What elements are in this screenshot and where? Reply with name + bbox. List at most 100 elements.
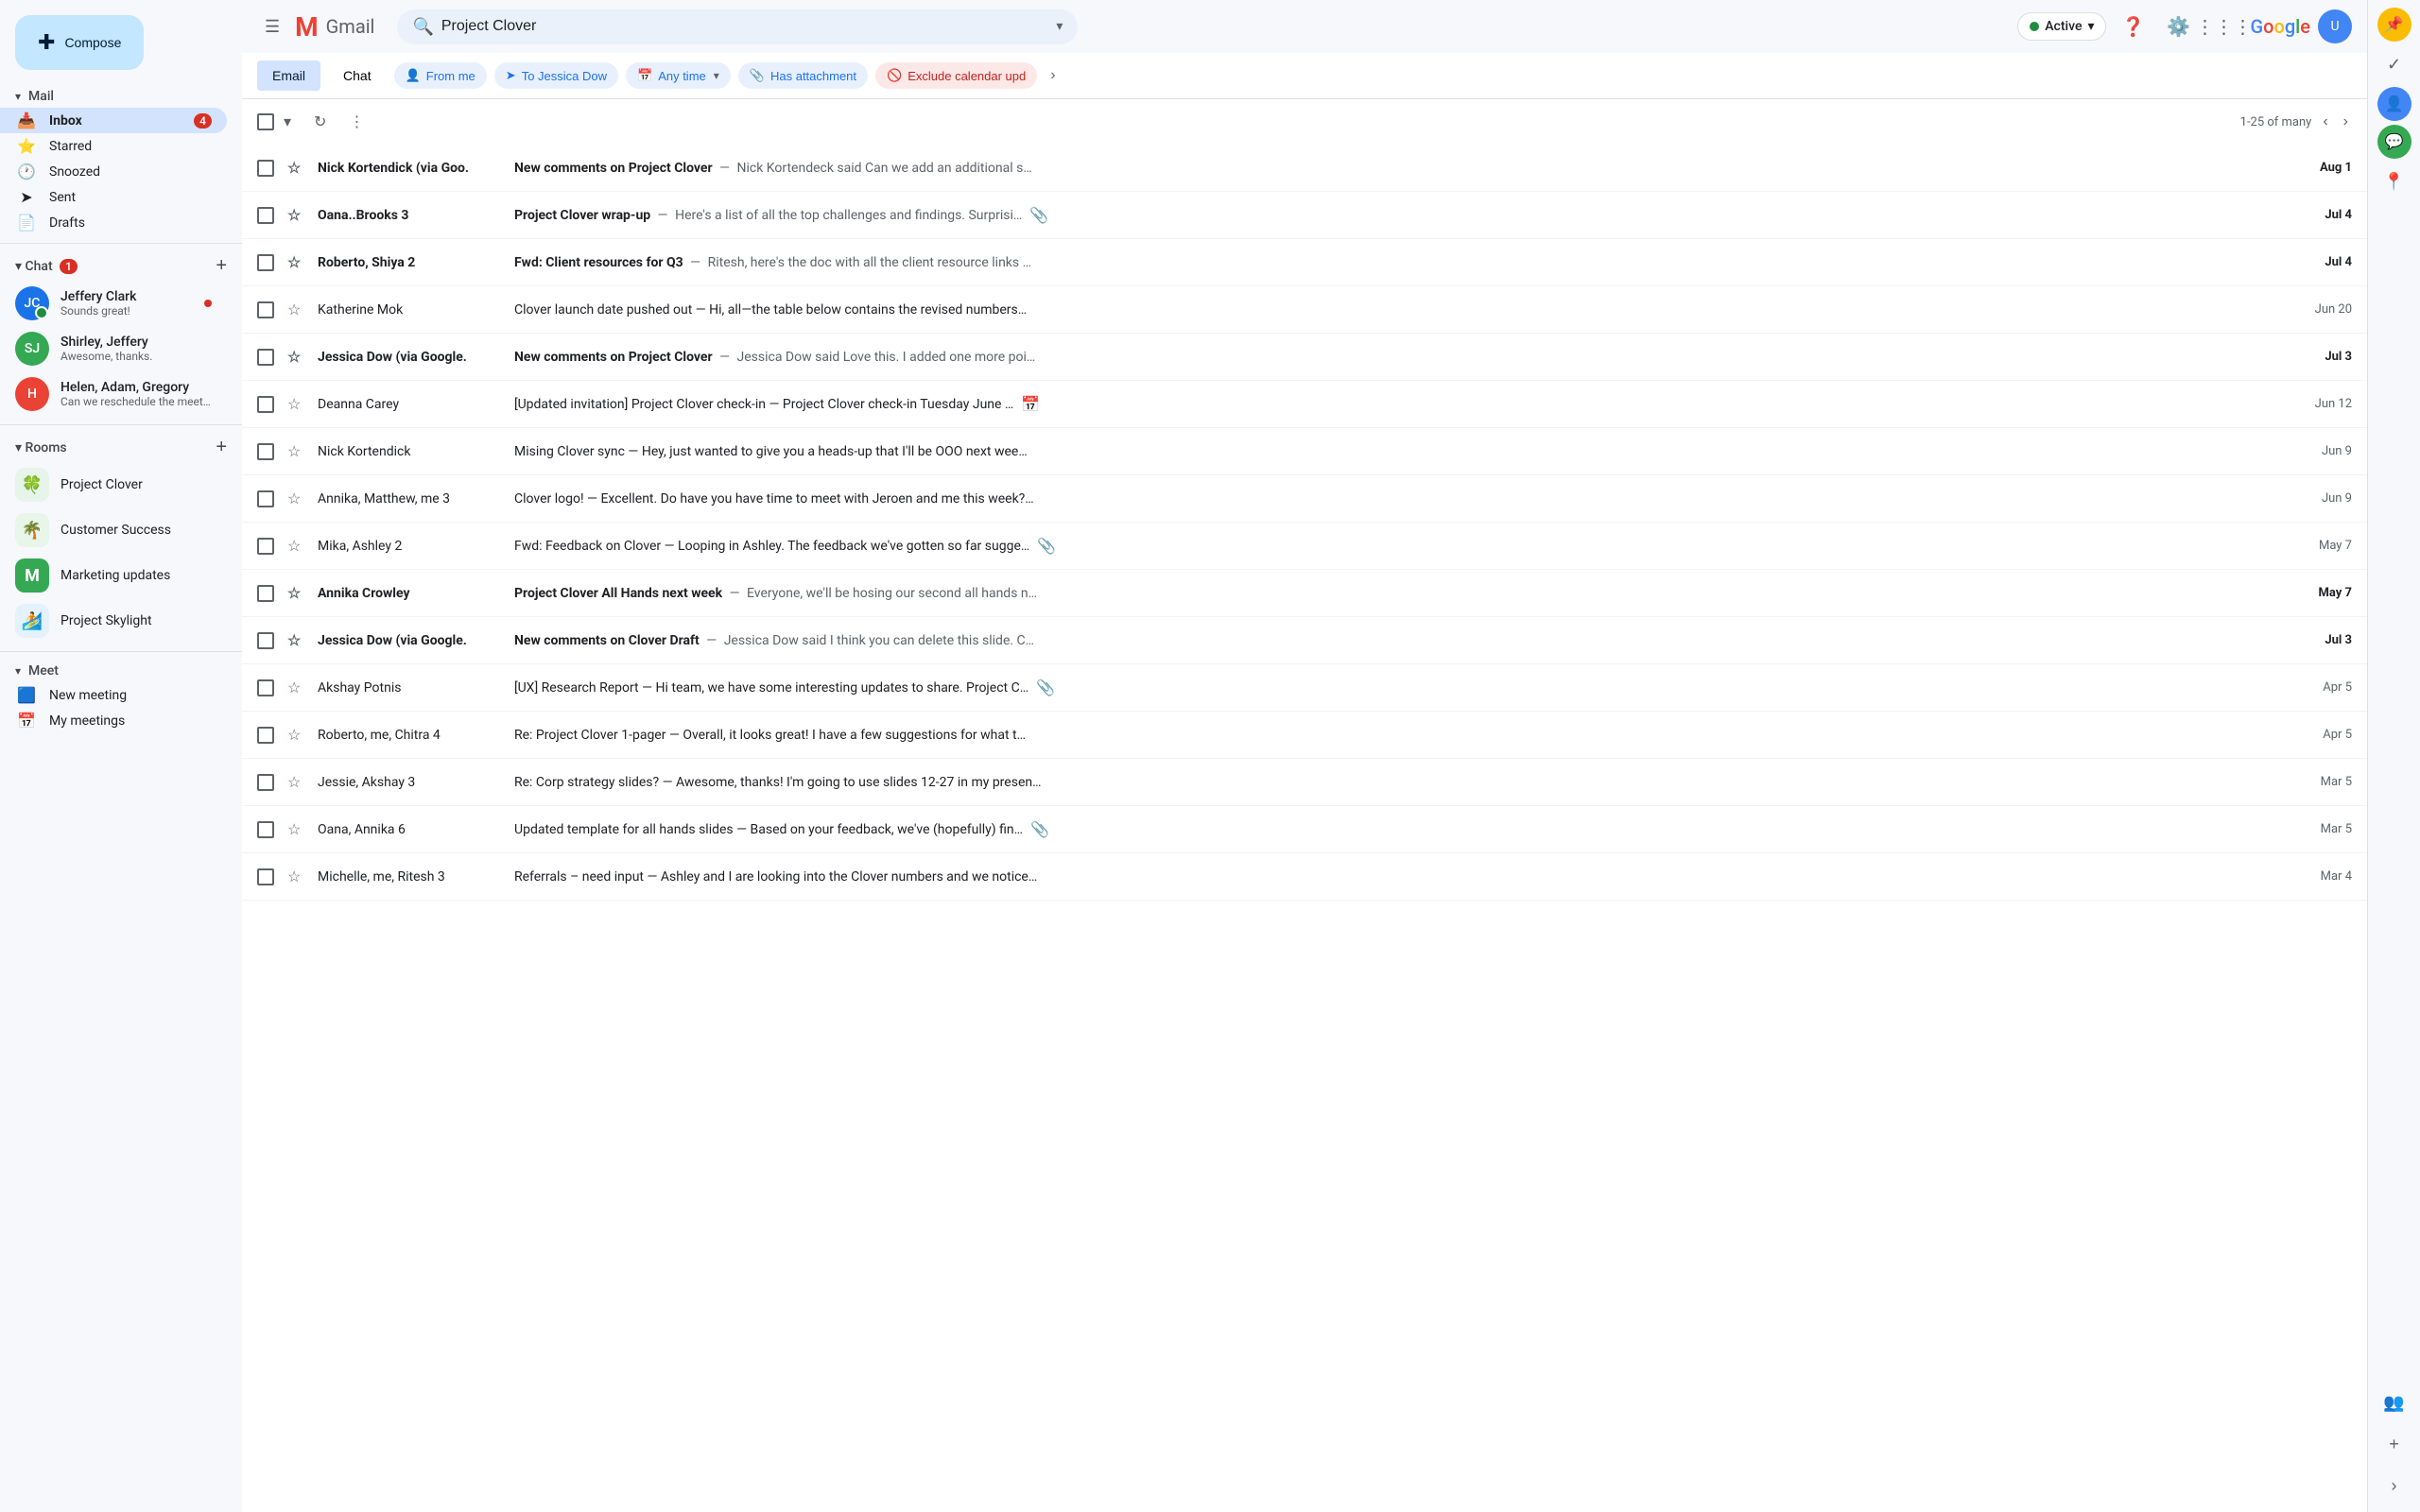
table-row[interactable]: ☆ Jessica Dow (via Google. New comments … [242,334,2367,381]
email-checkbox-5[interactable] [257,349,280,366]
table-row[interactable]: ☆ Deanna Carey [Updated invitation] Proj… [242,381,2367,428]
email-star-14[interactable]: ☆ [287,773,310,791]
table-row[interactable]: ☆ Jessica Dow (via Google. New comments … [242,617,2367,664]
settings-button[interactable]: ⚙️ [2159,8,2197,45]
table-row[interactable]: ☆ Katherine Mok Clover launch date pushe… [242,286,2367,334]
email-checkbox-13[interactable] [257,727,280,744]
chat-icon-button[interactable]: 💬 [2377,125,2411,159]
people-icon-button[interactable]: 👥 [2376,1383,2413,1421]
filter-chip-from-me[interactable]: 👤 From me [394,62,487,89]
email-checkbox-11[interactable] [257,632,280,649]
sidebar-item-starred[interactable]: ⭐ Starred [0,133,227,159]
email-star-11[interactable]: ☆ [287,631,310,649]
chat-section-label[interactable]: ▾ Chat 1 [15,259,78,274]
refresh-button[interactable]: ↻ [306,107,334,137]
filter-chip-to-jessica[interactable]: ➤ To Jessica Dow [494,62,618,89]
table-row[interactable]: ☆ Roberto, me, Chitra 4 Re: Project Clov… [242,712,2367,759]
email-checkbox-2[interactable] [257,207,280,224]
contacts-icon-button[interactable]: 👤 [2377,87,2411,121]
more-options-button[interactable]: ⋮ [341,107,372,137]
filter-more-button[interactable]: › [1045,61,1061,90]
table-row[interactable]: ☆ Nick Kortendick Mising Clover sync — H… [242,428,2367,475]
table-row[interactable]: ☆ Roberto, Shiya 2 Fwd: Client resources… [242,239,2367,286]
table-row[interactable]: ☆ Annika Crowley Project Clover All Hand… [242,570,2367,617]
profile-avatar[interactable]: U [2318,9,2352,43]
table-row[interactable]: ☆ Michelle, me, Ritesh 3 Referrals – nee… [242,853,2367,901]
email-star-5[interactable]: ☆ [287,348,310,366]
rooms-item-marketing[interactable]: M Marketing updates [0,553,227,598]
meet-item-my[interactable]: 📅 My meetings [0,708,227,733]
email-checkbox-14[interactable] [257,774,280,791]
prev-page-button[interactable]: ‹ [2319,110,2331,134]
active-status-button[interactable]: Active ▾ [2017,12,2106,41]
email-star-10[interactable]: ☆ [287,584,310,602]
mail-section-header[interactable]: ▾ Mail [0,85,242,108]
email-checkbox-8[interactable] [257,490,280,507]
search-input[interactable] [441,18,1049,35]
filter-tab-email[interactable]: Email [257,60,320,91]
filter-chip-exclude-calendar[interactable]: 🚫 Exclude calendar upd [875,62,1037,89]
table-row[interactable]: ☆ Oana..Brooks 3 Project Clover wrap-up … [242,192,2367,239]
meet-section-header[interactable]: ▾ Meet [0,660,242,682]
keep-icon-button[interactable]: 📌 [2377,8,2411,42]
search-dropdown-icon[interactable]: ▾ [1056,19,1063,34]
filter-chip-any-time[interactable]: 📅 Any time ▾ [626,62,731,89]
email-checkbox-16[interactable] [257,868,280,885]
add-app-button[interactable]: + [2376,1425,2413,1463]
chat-add-button[interactable]: + [216,255,227,277]
email-checkbox-15[interactable] [257,821,280,838]
hamburger-button[interactable]: ☰ [257,9,287,44]
sidebar-item-sent[interactable]: ➤ Sent [0,184,227,210]
email-star-1[interactable]: ☆ [287,159,310,177]
email-star-12[interactable]: ☆ [287,679,310,696]
email-star-6[interactable]: ☆ [287,395,310,413]
table-row[interactable]: ☆ Mika, Ashley 2 Fwd: Feedback on Clover… [242,523,2367,570]
email-subject-13: Re: Project Clover 1-pager — Overall, it… [514,728,1026,743]
email-star-3[interactable]: ☆ [287,253,310,271]
rooms-section-label[interactable]: ▾ Rooms [15,440,67,455]
email-star-9[interactable]: ☆ [287,537,310,555]
email-star-15[interactable]: ☆ [287,820,310,838]
table-row[interactable]: ☆ Jessie, Akshay 3 Re: Corp strategy sli… [242,759,2367,806]
apps-button[interactable]: ⋮⋮⋮ [2204,8,2242,45]
email-checkbox-3[interactable] [257,254,280,271]
email-star-16[interactable]: ☆ [287,868,310,885]
email-checkbox-9[interactable] [257,538,280,555]
email-star-13[interactable]: ☆ [287,726,310,744]
table-row[interactable]: ☆ Akshay Potnis [UX] Research Report — H… [242,664,2367,712]
table-row[interactable]: ☆ Oana, Annika 6 Updated template for al… [242,806,2367,853]
email-star-8[interactable]: ☆ [287,490,310,507]
tasks-icon-button[interactable]: ✓ [2376,45,2413,83]
expand-icon-button[interactable]: › [2376,1467,2413,1504]
maps-icon-button[interactable]: 📍 [2376,163,2413,200]
email-checkbox-1[interactable] [257,160,280,177]
table-row[interactable]: ☆ Annika, Matthew, me 3 Clover logo! — E… [242,475,2367,523]
email-checkbox-12[interactable] [257,679,280,696]
email-checkbox-4[interactable] [257,301,280,318]
email-checkbox-6[interactable] [257,396,280,413]
next-page-button[interactable]: › [2340,110,2352,134]
filter-chip-has-attachment[interactable]: 📎 Has attachment [738,62,868,89]
meet-item-new[interactable]: 🟦 New meeting [0,682,227,708]
filter-tab-chat[interactable]: Chat [328,60,387,91]
email-star-4[interactable]: ☆ [287,301,310,318]
help-button[interactable]: ❓ [2114,8,2152,45]
rooms-item-project-clover[interactable]: 🍀 Project Clover [0,462,227,507]
email-star-7[interactable]: ☆ [287,442,310,460]
sidebar-item-drafts[interactable]: 📄 Drafts [0,210,227,235]
sidebar-item-inbox[interactable]: 📥 Inbox 4 [0,108,227,133]
chat-item-helen[interactable]: H Helen, Adam, Gregory Can we reschedule… [0,371,227,417]
rooms-item-customer-success[interactable]: 🌴 Customer Success [0,507,227,553]
chat-item-jeffery[interactable]: JC Jeffery Clark Sounds great! [0,281,227,326]
select-all-checkbox[interactable] [257,113,274,130]
sidebar-item-snoozed[interactable]: 🕐 Snoozed [0,159,227,184]
email-checkbox-10[interactable] [257,585,280,602]
table-row[interactable]: ☆ Nick Kortendick (via Goo. New comments… [242,145,2367,192]
chat-item-shirley[interactable]: SJ Shirley, Jeffery Awesome, thanks. [0,326,227,371]
email-star-2[interactable]: ☆ [287,206,310,224]
rooms-add-button[interactable]: + [216,437,227,458]
email-checkbox-7[interactable] [257,443,280,460]
compose-button[interactable]: ✚ Compose [15,15,144,70]
rooms-item-project-skylight[interactable]: 🏄 Project Skylight [0,598,227,644]
select-dropdown-button[interactable]: ▾ [276,107,299,137]
